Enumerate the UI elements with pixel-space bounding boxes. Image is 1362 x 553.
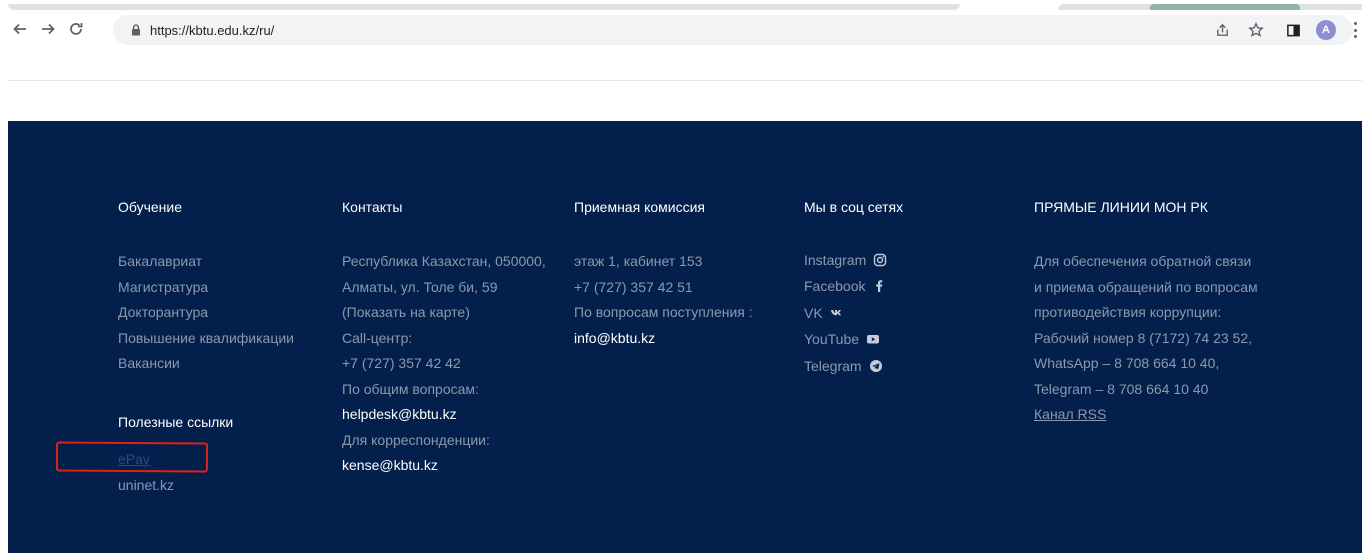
browser-toolbar: https://kbtu.edu.kz/ru/ A — [0, 12, 1362, 50]
share-icon[interactable] — [1213, 21, 1231, 39]
side-panel-icon[interactable] — [1284, 21, 1302, 39]
address-line: Республика Казахстан, 050000, — [342, 253, 546, 269]
social-label: Instagram — [804, 251, 867, 268]
social-link-instagram[interactable]: Instagram — [804, 248, 887, 271]
social-label: Facebook — [804, 278, 866, 294]
contacts-list: Республика Казахстан, 050000, Алматы, ул… — [342, 253, 546, 483]
mon-line: Для обеспечения обратной связи — [1034, 253, 1252, 269]
rss-link[interactable]: Канал RSS — [1034, 406, 1106, 422]
mon-text: Для обеспечения обратной связи и приема … — [1034, 253, 1258, 432]
social-label: VK — [804, 304, 823, 321]
epay-link[interactable]: ePay — [118, 451, 150, 467]
reload-button[interactable] — [64, 17, 88, 41]
mon-line: Рабочий номер 8 (7172) 74 23 52, — [1034, 329, 1253, 346]
contacts-title: Контакты — [342, 199, 403, 215]
mon-title: ПРЯМЫЕ ЛИНИИ МОН РК — [1034, 199, 1208, 215]
site-footer: Обучение Бакалавриат Магистратура Доктор… — [8, 121, 1362, 553]
education-link[interactable]: Магистратура — [118, 279, 294, 305]
education-link[interactable]: Бакалавриат — [118, 253, 294, 279]
lock-icon[interactable] — [129, 23, 143, 37]
forward-button[interactable] — [36, 17, 60, 41]
reload-icon — [70, 23, 83, 35]
profile-avatar[interactable]: A — [1316, 20, 1336, 40]
uninet-link[interactable]: uninet.kz — [118, 477, 174, 493]
callcenter-label: Call-центр: — [342, 329, 413, 346]
social-label: YouTube — [804, 331, 860, 347]
social-link-vk[interactable]: VK — [804, 301, 887, 324]
education-link[interactable]: Докторантура — [118, 304, 294, 330]
admissions-list: этаж 1, кабинет 153 +7 (727) 357 42 51 П… — [574, 253, 753, 355]
social-link-youtube[interactable]: YouTube — [804, 328, 887, 351]
mon-line: и приема обращений по вопросам — [1034, 278, 1258, 295]
mon-line: Telegram – 8 708 664 10 40 — [1034, 380, 1209, 397]
social-link-telegram[interactable]: Telegram — [804, 354, 887, 377]
general-label: По общим вопросам: — [342, 380, 479, 397]
admissions-room: этаж 1, кабинет 153 — [574, 253, 703, 269]
education-list: Бакалавриат Магистратура Докторантура По… — [118, 253, 294, 381]
bookmark-star-icon[interactable] — [1247, 21, 1265, 39]
telegram-icon — [869, 359, 883, 373]
admissions-phone[interactable]: +7 (727) 357 42 51 — [574, 279, 753, 305]
callcenter-phone[interactable]: +7 (727) 357 42 42 — [342, 355, 546, 381]
admissions-email[interactable]: info@kbtu.kz — [574, 330, 753, 356]
back-button[interactable] — [8, 17, 32, 41]
instagram-icon — [873, 253, 887, 267]
url-text[interactable]: https://kbtu.edu.kz/ru/ — [150, 23, 274, 38]
education-title: Обучение — [118, 199, 183, 215]
browser-tab[interactable] — [8, 4, 960, 10]
address-line: Алматы, ул. Толе би, 59 — [342, 278, 498, 295]
menu-kebab-icon[interactable] — [1352, 22, 1358, 38]
correspondence-label: Для корреспонденции: — [342, 431, 490, 448]
arrow-right-icon — [42, 23, 55, 35]
facebook-icon — [872, 279, 886, 293]
header-divider — [8, 80, 1362, 81]
youtube-icon — [866, 332, 880, 346]
kense-email[interactable]: kense@kbtu.kz — [342, 457, 546, 483]
helpdesk-email[interactable]: helpdesk@kbtu.kz — [342, 406, 546, 432]
tab-thumbnail — [1150, 4, 1300, 10]
map-link[interactable]: (Показать на карте) — [342, 304, 546, 330]
education-link[interactable]: Повышение квалификации — [118, 330, 294, 356]
admissions-label: По вопросам поступления : — [574, 304, 753, 320]
social-list: Instagram Facebook VK YouTube Telegram — [804, 248, 887, 381]
social-title: Мы в соц сетях — [804, 199, 904, 215]
education-link[interactable]: Вакансии — [118, 355, 294, 381]
mon-line: противодействия коррупции: — [1034, 304, 1222, 320]
social-link-facebook[interactable]: Facebook — [804, 275, 887, 298]
mon-line: WhatsApp – 8 708 664 10 40, — [1034, 355, 1220, 371]
useful-links-title: Полезные ссылки — [118, 414, 234, 430]
address-bar[interactable]: https://kbtu.edu.kz/ru/ — [113, 15, 1353, 45]
vk-icon — [830, 306, 844, 320]
admissions-title: Приемная комиссия — [574, 199, 705, 215]
tab-strip — [0, 0, 1362, 12]
arrow-left-icon — [13, 23, 26, 35]
social-label: Telegram — [804, 357, 862, 374]
